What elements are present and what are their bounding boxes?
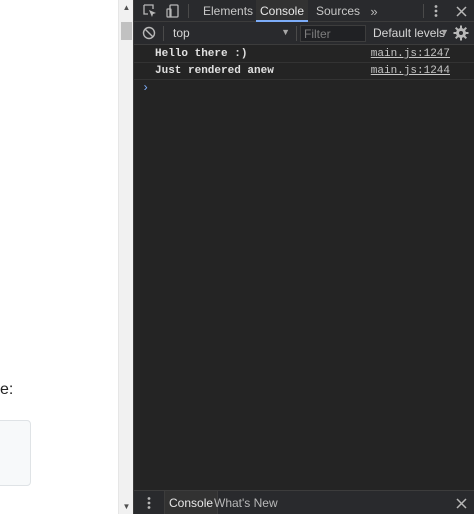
toolbar-separator: [188, 4, 189, 18]
scrollbar-thumb[interactable]: [121, 22, 132, 40]
console-message-text: Hello there :): [155, 48, 248, 60]
page-content: e:: [0, 0, 118, 514]
tab-sources[interactable]: Sources: [316, 0, 360, 22]
device-toolbar-icon[interactable]: [164, 0, 182, 22]
devtools-panel: Elements Console Sources » top ▼ Filter …: [133, 0, 474, 514]
filter-input[interactable]: [300, 25, 366, 42]
console-message-text: Just rendered anew: [155, 65, 274, 77]
kebab-menu-icon[interactable]: [142, 491, 156, 514]
console-message: Hello there :) main.js:1247: [134, 46, 474, 63]
console-source-link[interactable]: main.js:1244: [371, 65, 450, 77]
tab-console[interactable]: Console: [256, 0, 308, 22]
dropdown-arrow-icon: ▼: [440, 27, 449, 37]
page-partial-card: [0, 420, 31, 486]
scroll-down-arrow-icon[interactable]: ▼: [119, 499, 134, 514]
clear-console-icon[interactable]: [142, 26, 156, 40]
tab-elements[interactable]: Elements: [203, 0, 253, 22]
console-messages: Hello there :) main.js:1247 Just rendere…: [134, 46, 474, 97]
log-levels-select[interactable]: Default levels ▼: [373, 24, 449, 42]
toolbar-separator: [163, 26, 164, 41]
drawer-tab-console[interactable]: Console: [164, 491, 219, 514]
close-icon[interactable]: [452, 0, 470, 22]
toolbar-separator: [296, 26, 297, 41]
prompt-chevron-icon: ›: [142, 81, 150, 95]
console-input[interactable]: [155, 80, 465, 97]
console-toolbar: top ▼ Default levels ▼: [134, 22, 474, 45]
inspect-element-icon[interactable]: [140, 0, 160, 22]
console-message: Just rendered anew main.js:1244: [134, 63, 474, 80]
kebab-menu-icon[interactable]: [428, 0, 444, 22]
gear-icon[interactable]: [453, 25, 469, 41]
log-levels-label: Default levels: [373, 26, 446, 40]
execution-context-label: top: [173, 26, 190, 40]
devtools-main-toolbar: Elements Console Sources »: [134, 0, 474, 22]
execution-context-select[interactable]: top ▼: [170, 24, 292, 42]
page-partial-text: e:: [0, 381, 14, 398]
console-source-link[interactable]: main.js:1247: [371, 48, 450, 60]
chevron-double-right-icon[interactable]: »: [366, 0, 382, 22]
dropdown-arrow-icon: ▼: [281, 27, 290, 37]
scroll-up-arrow-icon[interactable]: ▲: [119, 0, 134, 15]
page-scrollbar[interactable]: ▲ ▼: [118, 0, 133, 514]
drawer-tab-bar: Console What's New: [134, 490, 474, 514]
close-icon[interactable]: [453, 491, 469, 514]
console-prompt: ›: [134, 80, 474, 97]
drawer-tab-whats-new[interactable]: What's New: [214, 491, 278, 514]
toolbar-separator: [423, 4, 424, 18]
